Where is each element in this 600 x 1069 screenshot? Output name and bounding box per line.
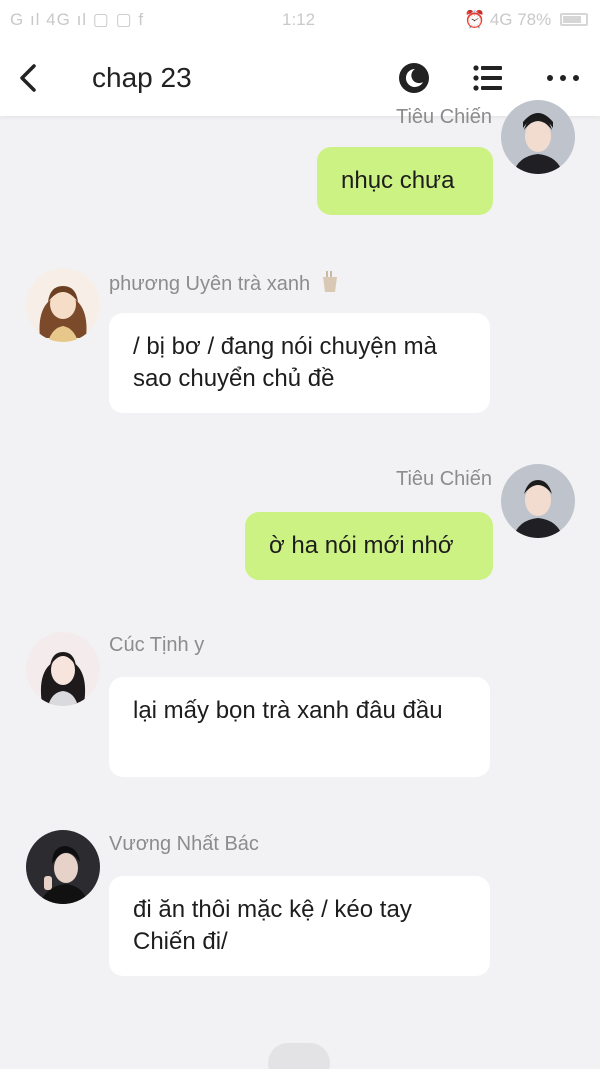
message-bubble: lại mấy bọn trà xanh đâu đầu	[109, 677, 490, 777]
sender-name: Tiêu Chiến	[396, 106, 492, 128]
status-right: ⏰ 4G 78%	[464, 10, 588, 30]
sender-name: Tiêu Chiến	[396, 468, 492, 490]
clock: 1:12	[282, 10, 316, 29]
night-mode-icon[interactable]	[396, 60, 432, 96]
message-bubble: đi ăn thôi mặc kệ / kéo tay Chiến đi/	[109, 876, 490, 976]
battery-text: ⏰ 4G 78%	[463, 10, 552, 29]
sender-name: Cúc Tịnh y	[109, 634, 205, 656]
avatar[interactable]	[501, 464, 575, 538]
signal-indicators: G ıl 4G ıl ▢ ▢ f	[10, 10, 145, 29]
sender-name: Vương Nhất Bác	[109, 833, 259, 855]
top-bar: chap 23	[0, 40, 600, 116]
avatar[interactable]	[501, 100, 575, 174]
avatar[interactable]	[26, 830, 100, 904]
more-options-icon[interactable]	[545, 60, 581, 96]
message-bubble: ờ ha nói mới nhớ	[245, 512, 493, 580]
sender-name: phương Uyên trà xanh	[109, 270, 340, 296]
message-bubble: nhục chưa	[317, 147, 493, 215]
sender-name-text: phương Uyên trà xanh	[109, 273, 311, 295]
back-arrow-icon[interactable]	[14, 60, 46, 96]
battery-icon	[560, 13, 588, 26]
home-indicator[interactable]	[268, 1043, 330, 1069]
avatar[interactable]	[26, 268, 100, 342]
avatar[interactable]	[26, 632, 100, 706]
cup-icon	[322, 271, 337, 292]
status-bar: G ıl 4G ıl ▢ ▢ f 1:12 ⏰ 4G 78%	[0, 0, 600, 40]
page-title: chap 23	[92, 62, 192, 93]
message-bubble: / bị bơ / đang nói chuyện mà sao chuyển …	[109, 313, 490, 413]
chapter-list-icon[interactable]	[470, 60, 506, 96]
